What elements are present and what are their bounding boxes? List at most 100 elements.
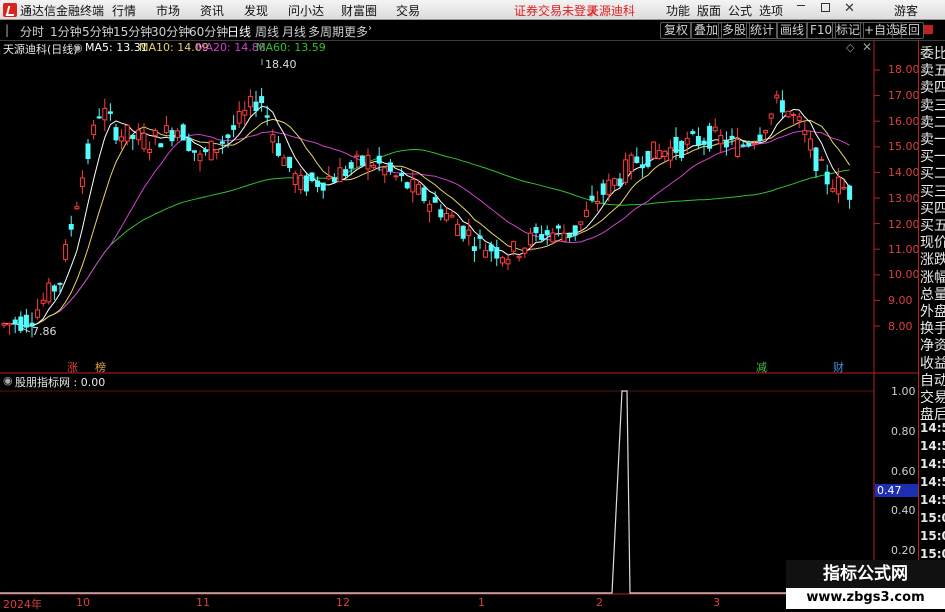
candle-body: [651, 141, 657, 159]
menu-hangqing[interactable]: 行情: [112, 2, 136, 19]
candle-body: [96, 116, 102, 119]
candle-body: [695, 136, 701, 146]
period-5min[interactable]: 5分钟: [82, 23, 114, 40]
candle-body: [701, 140, 707, 145]
candle-body: [824, 171, 830, 185]
indicator-settings-icon[interactable]: ◉: [3, 374, 13, 387]
candle-body: [628, 154, 634, 172]
indicator-axis-label: 0.80: [891, 425, 916, 438]
btn-fanhui[interactable]: 返回: [892, 22, 925, 39]
candle-body: [533, 227, 539, 234]
price-axis-label: 18.00: [888, 63, 920, 76]
candle-body: [796, 116, 802, 121]
candle-body: [813, 147, 819, 171]
candle-body: [298, 175, 304, 190]
candle-body: [835, 176, 841, 195]
candle-body: [113, 127, 119, 141]
candle-body: [791, 114, 797, 117]
candle-body: [471, 246, 477, 252]
period-15min[interactable]: 15分钟: [113, 23, 152, 40]
btn-huaxian[interactable]: 画线: [776, 22, 809, 39]
candle-body: [606, 179, 612, 196]
candle-body: [303, 175, 309, 192]
candle-body: [830, 188, 836, 192]
candle-body: [102, 107, 108, 121]
more-chevron-icon[interactable]: ›: [368, 23, 372, 34]
candle-body: [477, 235, 483, 239]
event-marker-zhang[interactable]: 涨: [67, 359, 78, 375]
event-marker-bang[interactable]: 榜: [95, 359, 106, 375]
watermark-title: 指标公式网: [786, 560, 945, 588]
menu-zixun[interactable]: 资讯: [200, 2, 224, 19]
price-axis-label: 16.00: [888, 115, 920, 128]
period-fenshi[interactable]: 分时: [20, 23, 44, 40]
candle-body: [74, 206, 80, 210]
chart-close-icon[interactable]: ✕: [862, 40, 872, 54]
chart-settings-icon[interactable]: ◉: [73, 41, 83, 54]
candle-body: [23, 314, 29, 328]
candle-body: [40, 299, 46, 304]
menu-banmian[interactable]: 版面: [697, 2, 721, 19]
menu-gongneng[interactable]: 功能: [666, 2, 690, 19]
candle-body: [359, 155, 365, 166]
candle-body: [522, 247, 528, 254]
time-axis-label: 1: [478, 596, 485, 609]
menu-wenxiaoda[interactable]: 问小达: [288, 2, 324, 19]
candle-body: [578, 221, 584, 225]
candle-body: [214, 149, 220, 153]
event-marker-cai[interactable]: 财: [833, 359, 844, 375]
period-more[interactable]: 更多: [344, 23, 368, 40]
ma-polyline: [3, 118, 851, 327]
menu-jiaoyi[interactable]: 交易: [396, 2, 420, 19]
period-weekly[interactable]: 周线: [255, 23, 279, 40]
candle-body: [740, 144, 746, 147]
candle-body: [667, 147, 673, 161]
side-panel-time: 15:00: [920, 511, 945, 526]
price-axis-label: 10.00: [888, 268, 920, 281]
candle-body: [757, 134, 763, 142]
event-marker-jian[interactable]: 减: [756, 359, 767, 375]
candle-body: [729, 135, 735, 139]
ma10-line: [3, 118, 851, 327]
btn-fuquan[interactable]: 复权: [660, 22, 693, 39]
btn-tongji[interactable]: 统计: [746, 22, 779, 39]
candle-body: [275, 143, 281, 156]
period-60min[interactable]: 60分钟: [189, 23, 228, 40]
minimize-icon[interactable]: [797, 5, 805, 6]
close-icon[interactable]: ✕: [844, 1, 855, 16]
period-monthly[interactable]: 月线: [282, 23, 306, 40]
menu-faxian[interactable]: 发现: [244, 2, 268, 19]
period-30min[interactable]: 30分钟: [151, 23, 190, 40]
period-daily[interactable]: 日线: [227, 23, 251, 40]
candle-body: [1, 323, 7, 326]
indicator-current-value: 0.47: [875, 484, 918, 497]
candle-body: [315, 180, 321, 187]
chart-diamond-icon[interactable]: ◇: [846, 41, 854, 54]
menu-shichang[interactable]: 市场: [156, 2, 180, 19]
candle-body: [91, 124, 97, 135]
candle-body: [645, 150, 651, 167]
period-multi[interactable]: 多周期: [308, 23, 344, 40]
candle-body: [225, 134, 231, 139]
user-guest[interactable]: 游客: [894, 2, 918, 19]
menu-xuanxiang[interactable]: 选项: [759, 2, 783, 19]
candle-body: [382, 167, 388, 176]
candle-body: [443, 212, 449, 221]
candle-body: [595, 201, 601, 204]
login-status[interactable]: 证券交易未登录: [514, 2, 598, 19]
candle-body: [763, 130, 769, 134]
period-1min[interactable]: 1分钟: [50, 23, 82, 40]
candle-body: [270, 134, 276, 143]
indicator-title: 股朋指标网 : 0.00: [15, 376, 106, 389]
candle-body: [141, 132, 147, 150]
sidepanel-toggle-icon[interactable]: [924, 25, 933, 34]
candle-body: [219, 141, 225, 144]
maximize-icon[interactable]: [821, 3, 830, 12]
candle-body: [287, 156, 293, 169]
candle-body: [410, 178, 416, 193]
candle-body: [841, 187, 847, 190]
candle-body: [259, 96, 265, 104]
menu-gongshi[interactable]: 公式: [728, 2, 752, 19]
candle-body: [387, 162, 393, 172]
menu-caifuquan[interactable]: 财富圈: [341, 2, 377, 19]
